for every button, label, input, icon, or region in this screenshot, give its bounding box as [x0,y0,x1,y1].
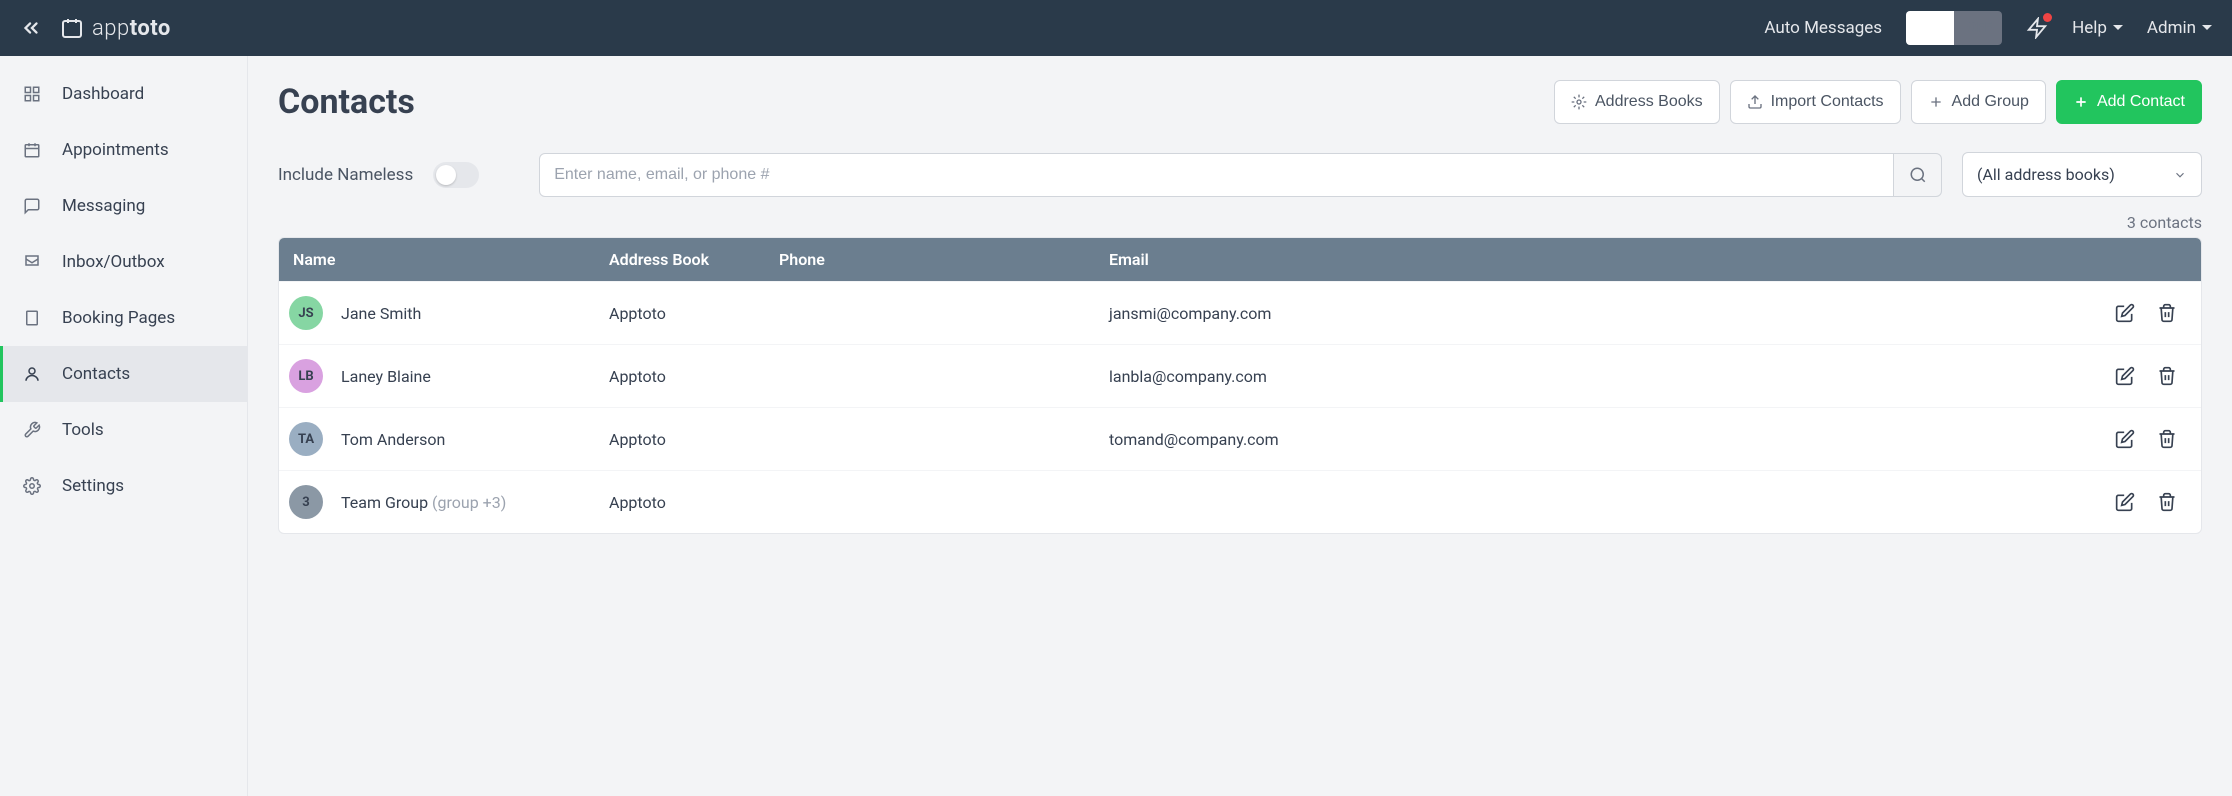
edit-button[interactable] [2115,366,2135,386]
include-nameless-label: Include Nameless [278,165,413,185]
help-menu[interactable]: Help [2072,18,2123,38]
sidebar-item-label: Contacts [62,364,130,384]
sidebar-item-appointments[interactable]: Appointments [0,122,247,178]
contact-name: Jane Smith [341,304,421,323]
sidebar-item-messaging[interactable]: Messaging [0,178,247,234]
contact-email: jansmi@company.com [1109,304,2091,323]
avatar: 3 [289,485,323,519]
sidebar-item-label: Booking Pages [62,308,175,328]
gear-icon [22,476,42,496]
table-header: Name Address Book Phone Email [279,238,2201,281]
search-button[interactable] [1894,153,1942,197]
auto-messages-label: Auto Messages [1764,18,1882,38]
auto-messages-status-icon-button[interactable] [2026,17,2048,39]
table-row[interactable]: 3 Team Group (group +3) Apptoto [279,470,2201,533]
topbar-left: apptoto [20,16,171,41]
col-name[interactable]: Name [279,250,609,269]
sidebar-item-label: Tools [62,420,104,440]
sidebar-item-label: Messaging [62,196,145,216]
contact-name: Laney Blaine [341,367,431,386]
col-address-book[interactable]: Address Book [609,250,779,269]
person-icon [22,364,42,384]
sidebar-item-booking-pages[interactable]: Booking Pages [0,290,247,346]
avatar: JS [289,296,323,330]
delete-button[interactable] [2157,303,2177,323]
sidebar-item-dashboard[interactable]: Dashboard [0,66,247,122]
caret-down-icon [2202,23,2212,33]
plus-icon [1928,94,1944,110]
toggle-off-label: OFF [1967,20,2002,36]
calendar-icon [22,140,42,160]
include-nameless-toggle[interactable] [433,162,479,188]
caret-down-icon [2113,23,2123,33]
col-phone[interactable]: Phone [779,250,1109,269]
import-contacts-button[interactable]: Import Contacts [1730,80,1901,124]
address-book-filter[interactable]: (All address books) [1962,152,2202,197]
contact-email: lanbla@company.com [1109,367,2091,386]
mail-icon [22,252,42,272]
edit-button[interactable] [2115,303,2135,323]
gear-icon [1571,94,1587,110]
edit-button[interactable] [2115,492,2135,512]
search-input[interactable] [539,153,1894,197]
topbar: apptoto Auto Messages OFF Help Admin [0,0,2232,56]
sidebar-item-label: Appointments [62,140,169,160]
add-contact-button[interactable]: Add Contact [2056,80,2202,124]
avatar: LB [289,359,323,393]
sidebar-item-label: Inbox/Outbox [62,252,165,272]
page-icon [22,308,42,328]
chevron-down-icon [2173,168,2187,182]
edit-button[interactable] [2115,429,2135,449]
sidebar-item-inbox[interactable]: Inbox/Outbox [0,234,247,290]
table-row[interactable]: TA Tom Anderson Apptoto tomand@company.c… [279,407,2201,470]
col-actions [2091,250,2201,269]
sidebar-item-label: Settings [62,476,124,496]
add-group-button[interactable]: Add Group [1911,80,2046,124]
plus-icon [2073,94,2089,110]
chat-icon [22,196,42,216]
filter-row: Include Nameless (All address books) [278,152,2202,197]
contact-book: Apptoto [609,367,779,386]
notification-dot [2043,13,2052,22]
table-row[interactable]: JS Jane Smith Apptoto jansmi@company.com [279,281,2201,344]
contact-book: Apptoto [609,304,779,323]
contact-name: Team Group (group +3) [341,493,506,512]
contacts-table: Name Address Book Phone Email JS Jane Sm… [278,237,2202,534]
delete-button[interactable] [2157,492,2177,512]
wrench-icon [22,420,42,440]
sidebar-item-settings[interactable]: Settings [0,458,247,514]
contact-book: Apptoto [609,430,779,449]
admin-menu[interactable]: Admin [2147,18,2212,38]
dashboard-icon [22,84,42,104]
logo-text: apptoto [92,16,171,41]
avatar: TA [289,422,323,456]
delete-button[interactable] [2157,429,2177,449]
col-email[interactable]: Email [1109,250,2091,269]
search-wrap [539,153,1942,197]
delete-button[interactable] [2157,366,2177,386]
header-actions: Address Books Import Contacts Add Group … [1554,80,2202,124]
sidebar-item-contacts[interactable]: Contacts [0,346,247,402]
auto-messages-toggle[interactable]: OFF [1906,11,2002,45]
page-header: Contacts Address Books Import Contacts A… [278,80,2202,124]
contact-name: Tom Anderson [341,430,445,449]
logo[interactable]: apptoto [60,16,171,41]
table-row[interactable]: LB Laney Blaine Apptoto lanbla@company.c… [279,344,2201,407]
sidebar-item-label: Dashboard [62,84,144,104]
topbar-right: Auto Messages OFF Help Admin [1764,11,2212,45]
upload-icon [1747,94,1763,110]
contact-count: 3 contacts [278,213,2202,232]
page-title: Contacts [278,82,415,122]
contact-email: tomand@company.com [1109,430,2091,449]
contact-book: Apptoto [609,493,779,512]
address-books-button[interactable]: Address Books [1554,80,1720,124]
sidebar: Dashboard Appointments Messaging Inbox/O… [0,56,248,796]
collapse-sidebar-button[interactable] [20,17,42,39]
sidebar-item-tools[interactable]: Tools [0,402,247,458]
search-icon [1909,166,1927,184]
main-content: Contacts Address Books Import Contacts A… [248,56,2232,796]
